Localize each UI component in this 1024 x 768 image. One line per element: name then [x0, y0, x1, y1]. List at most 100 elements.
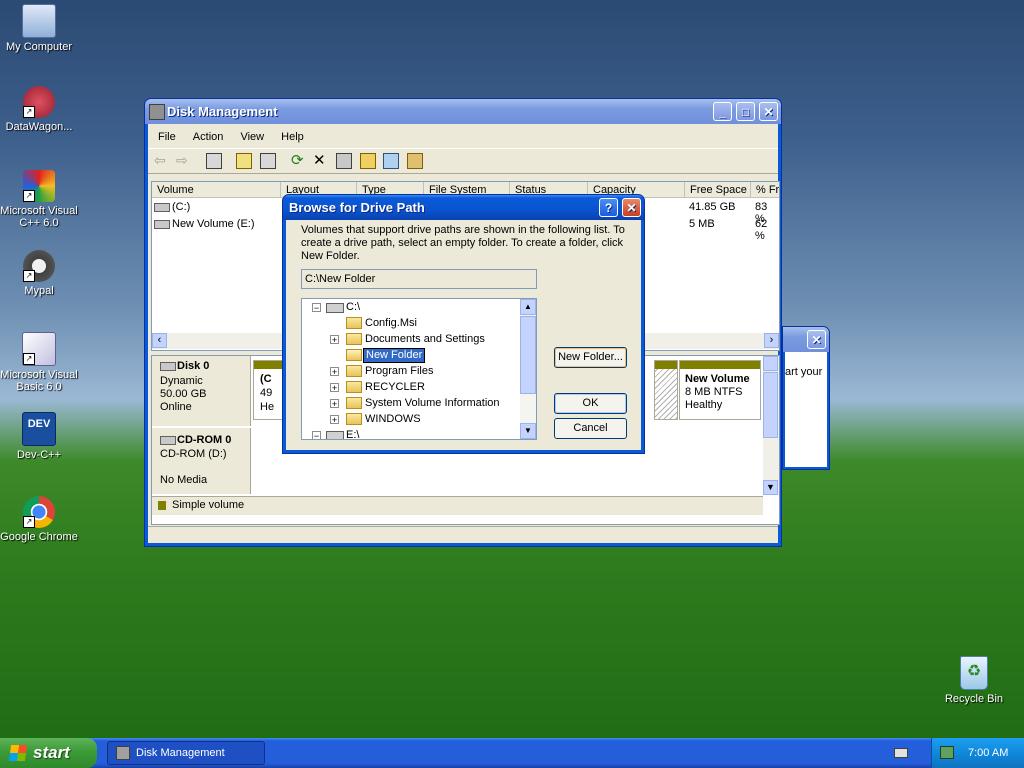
menu-bar: File Action View Help [151, 127, 311, 147]
partition-size: 8 MB NTFS [685, 386, 743, 398]
tree-item-windows[interactable]: + WINDOWS [302, 411, 522, 427]
tree-item-documents-and-settings[interactable]: + Documents and Settings [302, 331, 522, 347]
tree-item-recycler[interactable]: + RECYCLER [302, 379, 522, 395]
properties-icon[interactable] [236, 153, 252, 169]
scroll-up-icon[interactable]: ▲ [520, 299, 536, 315]
title-bar[interactable]: Disk Management _ □ ✕ [145, 99, 781, 124]
tree-item-e-drive[interactable]: − E:\ [302, 427, 522, 439]
volume-name: (C:) [172, 201, 191, 213]
scroll-thumb[interactable] [520, 316, 536, 394]
cancel-button[interactable]: Cancel [554, 418, 627, 439]
start-button[interactable]: start [0, 738, 97, 768]
search-icon[interactable] [383, 153, 399, 169]
help-button[interactable]: ? [599, 198, 618, 217]
drive-icon [326, 303, 344, 313]
tree-vertical-scrollbar[interactable]: ▲ ▼ [520, 299, 536, 439]
delete-icon[interactable]: ✕ [313, 153, 329, 169]
partition-color-bar [680, 361, 760, 369]
disk0-info[interactable]: Disk 0 Dynamic 50.00 GB Online [152, 356, 251, 426]
scroll-down-icon[interactable]: ▼ [520, 423, 536, 439]
refresh-icon[interactable]: ⟳ [291, 153, 307, 169]
keyboard-icon[interactable] [894, 748, 908, 758]
cdrom-icon [160, 436, 176, 445]
maximize-button[interactable]: □ [736, 102, 755, 121]
computer-icon [22, 4, 56, 38]
shortcut-arrow-icon: ↗ [23, 353, 35, 365]
cdrom-type: CD-ROM (D:) [160, 448, 227, 460]
show-hide-tree-icon[interactable] [206, 153, 222, 169]
dialog-title: Browse for Drive Path [289, 200, 425, 215]
close-button[interactable]: ✕ [759, 102, 778, 121]
disk-management-icon [149, 104, 165, 120]
visual-basic-icon: ↗ [22, 332, 56, 366]
tree-item-program-files[interactable]: + Program Files [302, 363, 522, 379]
help-book-icon[interactable] [260, 153, 276, 169]
new-folder-button[interactable]: New Folder... [554, 347, 627, 368]
expand-icon[interactable]: + [330, 335, 339, 345]
scroll-thumb[interactable] [763, 372, 778, 438]
close-button[interactable]: ✕ [807, 330, 826, 349]
menu-help[interactable]: Help [274, 127, 311, 147]
free-space: 41.85 GB [689, 201, 736, 213]
scroll-up-icon[interactable] [763, 356, 778, 371]
desktop-icon-datawagon[interactable]: ↗ DataWagon... [0, 86, 78, 133]
taskbar-button-disk-management[interactable]: Disk Management [107, 741, 265, 765]
menu-view[interactable]: View [233, 127, 271, 147]
desktop-icon-google-chrome[interactable]: ↗ Google Chrome [0, 496, 78, 543]
shortcut-arrow-icon: ↗ [23, 270, 35, 282]
partition-new-volume[interactable]: New Volume 8 MB NTFS Healthy [679, 360, 761, 420]
partition-hatched[interactable] [654, 360, 678, 420]
tree-item-c-drive[interactable]: − C:\ [302, 299, 522, 315]
minimize-button[interactable]: _ [713, 102, 732, 121]
dialog-text: art your [785, 366, 823, 378]
path-field[interactable]: C:\New Folder [301, 269, 537, 289]
forward-arrow-icon[interactable]: ⇨ [176, 153, 192, 169]
menu-file[interactable]: File [151, 127, 183, 147]
shortcut-arrow-icon: ↗ [23, 106, 35, 118]
desktop-icon-visual-basic[interactable]: ↗ Microsoft Visual Basic 6.0 [0, 332, 78, 393]
desktop-icon-devcpp[interactable]: DEV Dev-C++ [0, 412, 78, 461]
folder-icon [346, 381, 362, 393]
devcpp-badge: DEV [27, 418, 51, 430]
column-volume[interactable]: Volume [152, 182, 281, 198]
cdrom-info[interactable]: CD-ROM 0 CD-ROM (D:) No Media [152, 428, 251, 494]
back-arrow-icon[interactable]: ⇦ [154, 153, 170, 169]
close-button[interactable]: ✕ [622, 198, 641, 217]
clock[interactable]: 7:00 AM [968, 738, 1008, 768]
legend-label: Simple volume [172, 499, 245, 511]
column-free-space[interactable]: Free Space [685, 182, 751, 198]
scroll-down-icon[interactable]: ▼ [763, 480, 778, 495]
collapse-icon[interactable]: − [312, 303, 321, 313]
tree-item-config-msi[interactable]: Config.Msi [302, 315, 522, 331]
scroll-left-icon[interactable]: ‹ [152, 333, 167, 348]
tree-label: C:\ [346, 301, 361, 313]
tree-item-system-volume-information[interactable]: + System Volume Information [302, 395, 522, 411]
cdrom-name: CD-ROM 0 [177, 434, 232, 446]
desktop-icon-recycle-bin[interactable]: ♻ Recycle Bin [935, 656, 1013, 705]
expand-icon[interactable]: + [330, 415, 339, 425]
vertical-scrollbar[interactable]: ▼ [763, 356, 779, 495]
folder-icon [346, 333, 362, 345]
folder-icon [346, 365, 362, 377]
desktop-icon-visual-cpp[interactable]: ↗ Microsoft Visual C++ 6.0 [0, 170, 78, 229]
settings-icon[interactable] [336, 153, 352, 169]
expand-icon[interactable]: + [330, 367, 339, 377]
expand-icon[interactable]: + [330, 383, 339, 393]
rename-input[interactable]: New Folder [363, 348, 426, 363]
ok-button[interactable]: OK [554, 393, 627, 414]
legend-swatch [158, 501, 166, 510]
export-list-icon[interactable] [407, 153, 423, 169]
menu-action[interactable]: Action [186, 127, 231, 147]
expand-icon[interactable]: + [330, 399, 339, 409]
desktop-icon-my-computer[interactable]: My Computer [0, 4, 78, 53]
desktop-icon-label: Dev-C++ [16, 449, 62, 461]
network-icon[interactable] [940, 746, 954, 759]
tree-item-new-folder[interactable]: New Folder [302, 347, 522, 363]
scroll-right-icon[interactable]: › [764, 333, 779, 348]
collapse-icon[interactable]: − [312, 431, 321, 439]
dialog-title-bar[interactable]: Browse for Drive Path ? ✕ [283, 195, 644, 220]
column-percent-free[interactable]: % Fr [751, 182, 779, 198]
open-folder-icon[interactable] [360, 153, 376, 169]
desktop-icon-mypal[interactable]: ↗ Mypal [0, 250, 78, 297]
partition-c[interactable]: (C 49 He [253, 360, 285, 420]
